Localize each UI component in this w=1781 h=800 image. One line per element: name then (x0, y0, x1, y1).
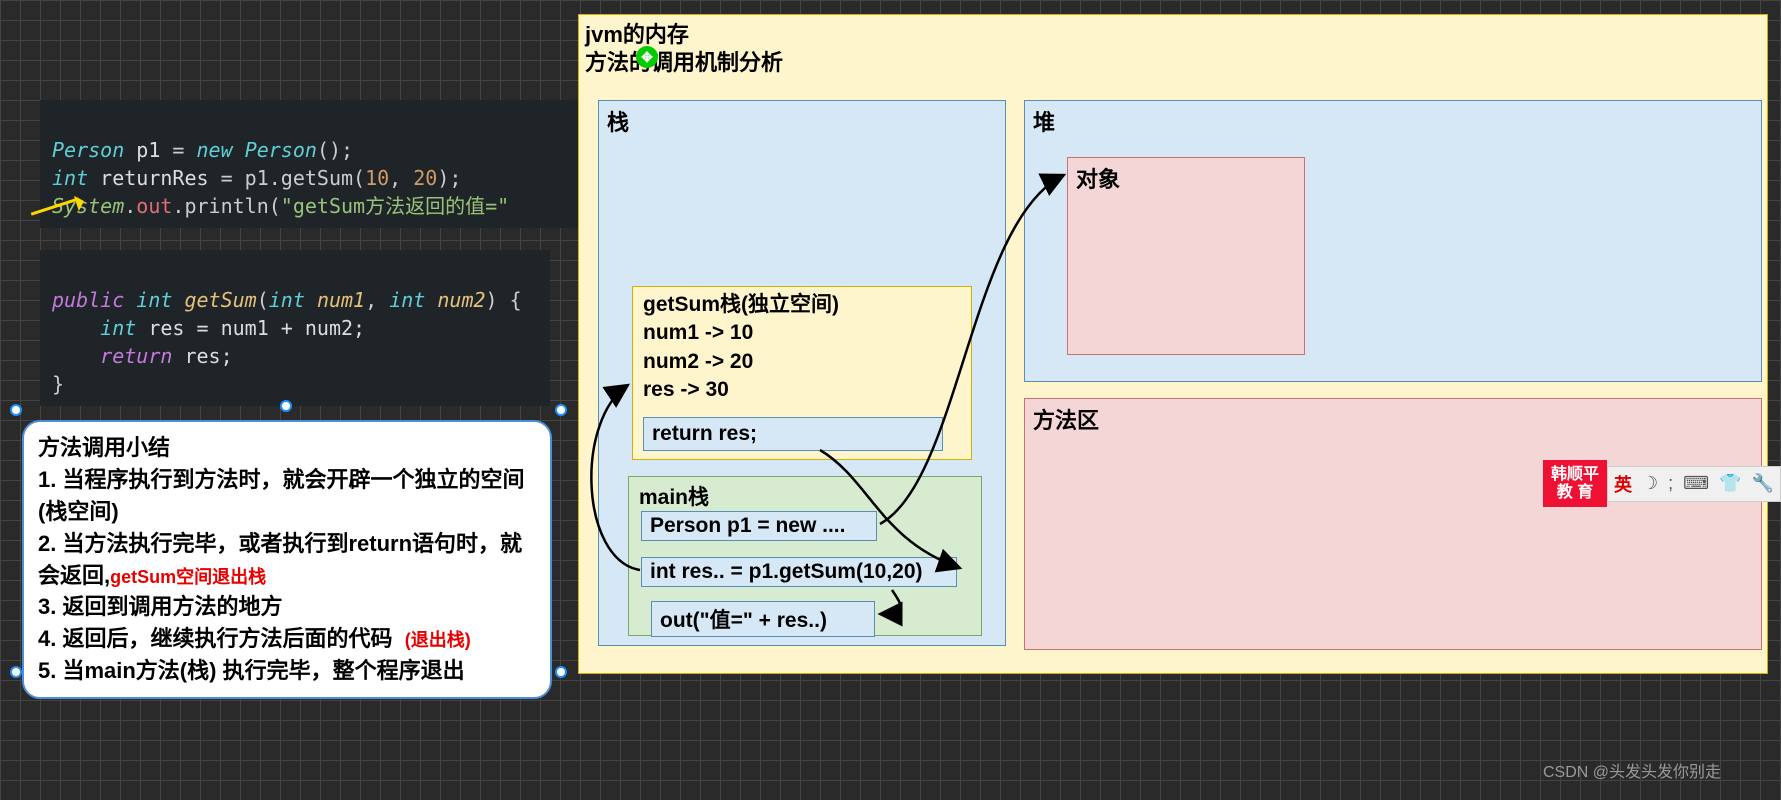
code-token: out (136, 194, 172, 218)
code-token: num1 (317, 288, 365, 312)
main-cell-1: Person p1 = new .... (641, 511, 877, 541)
heap-title: 堆 (1025, 101, 1761, 141)
punct-icon[interactable]: ; (1668, 473, 1673, 494)
shirt-icon[interactable]: 👕 (1719, 473, 1741, 494)
code-token: ( (257, 288, 269, 312)
moon-icon[interactable]: ☽ (1642, 473, 1658, 494)
main-frame: main栈 Person p1 = new .... int res.. = p… (628, 476, 982, 636)
main-cell-2: int res.. = p1.getSum(10,20) (641, 557, 957, 587)
code-token: int (269, 288, 317, 312)
code-token: 20 (413, 166, 437, 190)
code-token: = p1.getSum( (221, 166, 366, 190)
code-token: res; (184, 344, 232, 368)
code-token: int (389, 288, 437, 312)
code-block-2: public int getSum(int num1, int num2) { … (40, 250, 550, 406)
ime-lang[interactable]: 英 (1614, 471, 1632, 497)
move-icon[interactable]: ✥ (636, 46, 658, 68)
ime-icons[interactable]: 英 ☽ ; ⌨ 👕 🔧 (1607, 466, 1781, 502)
code-token: (); (317, 138, 353, 162)
code-token: . (124, 194, 136, 218)
summary-line-2: 2. 当方法执行完毕，或者执行到return语句时，就会返回,getSum空间退… (38, 528, 536, 592)
text: 4. 返回后，继续执行方法后面的代码 (38, 626, 392, 651)
summary-title: 方法调用小结 (38, 432, 536, 464)
summary-line-5: 5. 当main方法(栈) 执行完毕，整个程序退出 (38, 655, 536, 687)
brand-badge: 韩顺平 教 育 (1543, 460, 1607, 507)
object-box: 对象 (1067, 157, 1305, 355)
code-token: } (52, 372, 64, 396)
code-token: .println( (172, 194, 280, 218)
code-token: new (197, 138, 245, 162)
arrow-yellow-icon (30, 195, 90, 215)
code-token: ) { (486, 288, 522, 312)
brand-line2: 教 育 (1551, 484, 1599, 502)
getsum-res: res -> 30 (643, 376, 961, 404)
code-token: , (365, 288, 389, 312)
code-token: int (136, 288, 184, 312)
summary-box: 方法调用小结 1. 当程序执行到方法时，就会开辟一个独立的空间(栈空间) 2. … (22, 420, 552, 699)
code-token: Person (52, 138, 124, 162)
stack-title: 栈 (599, 101, 1005, 141)
code-token: = (172, 138, 196, 162)
text-red: (退出栈) (405, 630, 471, 650)
getsum-frame: getSum栈(独立空间) num1 -> 10 num2 -> 20 res … (632, 286, 972, 460)
code-token: ); (437, 166, 461, 190)
ime-toolbar: 韩顺平 教 育 英 ☽ ; ⌨ 👕 🔧 (1543, 460, 1781, 507)
code-token: getSum (184, 288, 256, 312)
code-token: return (52, 344, 184, 368)
text-red: getSum空间退出栈 (110, 567, 266, 587)
selection-handle[interactable] (10, 404, 22, 416)
selection-handle[interactable] (280, 400, 292, 412)
selection-handle[interactable] (555, 666, 567, 678)
brand-line1: 韩顺平 (1551, 466, 1599, 484)
code-token: Person (245, 138, 317, 162)
getsum-return: return res; (643, 417, 943, 451)
code-token: int (52, 316, 136, 340)
summary-line-4: 4. 返回后，继续执行方法后面的代码 (退出栈) (38, 623, 536, 655)
selection-handle[interactable] (555, 404, 567, 416)
summary-line-3: 3. 返回到调用方法的地方 (38, 591, 536, 623)
code-token: 10 (365, 166, 389, 190)
code-token: "getSum方法返回的值=" (281, 194, 509, 218)
selection-handle[interactable] (10, 666, 22, 678)
main-title: main栈 (639, 481, 971, 511)
code-token: p1 (124, 138, 172, 162)
code-token: public (52, 288, 136, 312)
code-token: num2 (437, 288, 485, 312)
keyboard-icon[interactable]: ⌨ (1683, 473, 1709, 494)
getsum-num2: num2 -> 20 (643, 348, 961, 376)
method-area-box: 方法区 (1024, 398, 1762, 650)
code-token: int (52, 166, 88, 190)
code-token: res = num1 + num2; (136, 316, 365, 340)
code-block-1: Person p1 = new Person(); intint returnR… (40, 100, 580, 228)
getsum-title: getSum栈(独立空间) (643, 291, 961, 319)
wrench-icon[interactable]: 🔧 (1752, 473, 1774, 494)
jvm-subtitle: 方法的调用机制分析 (585, 45, 783, 77)
watermark: CSDN @头发头发你别走 (1543, 758, 1721, 782)
code-token: , (389, 166, 413, 190)
summary-line-1: 1. 当程序执行到方法时，就会开辟一个独立的空间(栈空间) (38, 464, 536, 528)
main-cell-3: out("值=" + res..) (651, 601, 875, 637)
getsum-num1: num1 -> 10 (643, 319, 961, 347)
heap-box: 堆 对象 (1024, 100, 1762, 382)
code-token: returnRes (88, 166, 220, 190)
